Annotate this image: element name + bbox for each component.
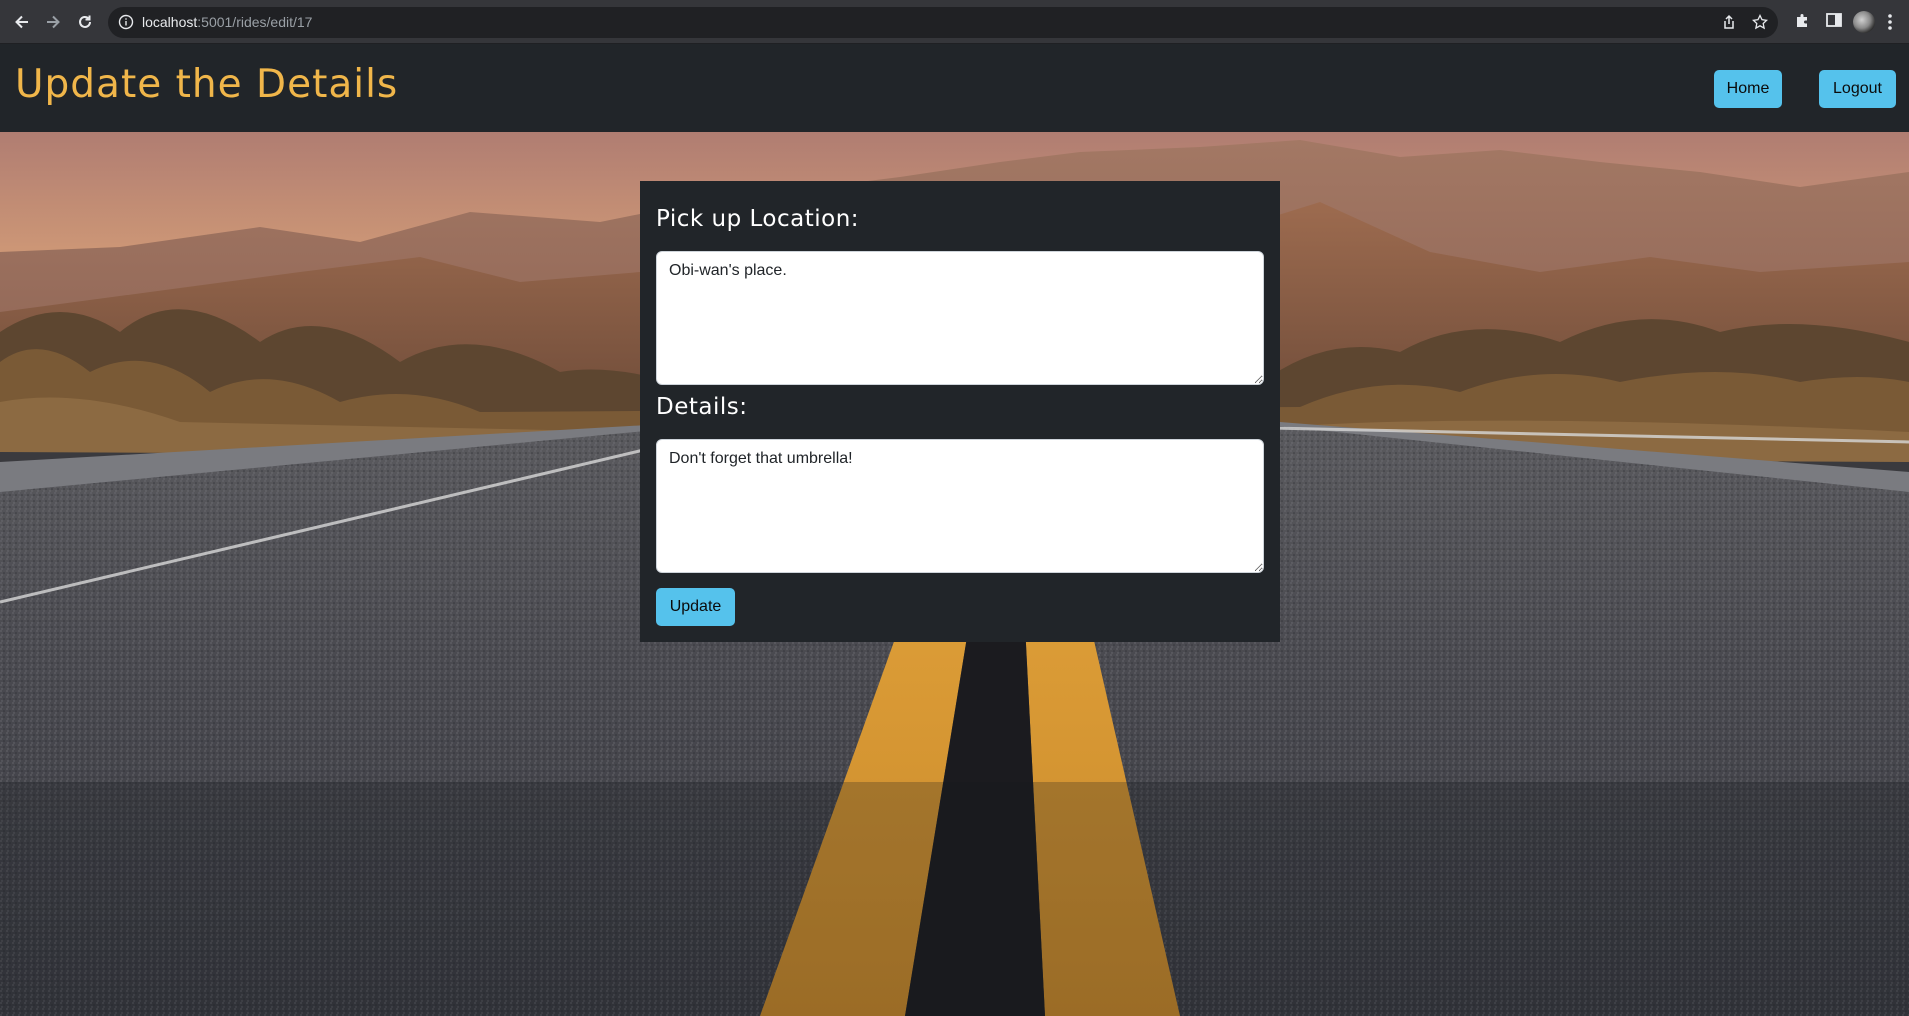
page-title: Update the Details: [15, 62, 399, 107]
pickup-location-label: Pick up Location:: [656, 206, 860, 232]
url-host: localhost: [142, 14, 198, 30]
back-arrow-icon[interactable]: [10, 10, 34, 34]
details-textarea[interactable]: Don't forget that umbrella!: [656, 439, 1264, 573]
profile-avatar[interactable]: [1853, 11, 1875, 33]
details-label: Details:: [656, 394, 748, 420]
browser-menu-icon[interactable]: [1887, 12, 1893, 32]
extensions-icon[interactable]: [1794, 11, 1812, 29]
bookmark-star-icon[interactable]: [1752, 14, 1768, 30]
address-bar[interactable]: localhost:5001/rides/edit/17: [108, 7, 1778, 38]
url-path: :5001/rides/edit/17: [197, 14, 313, 30]
edit-ride-form: Pick up Location: Obi-wan's place. Detai…: [640, 181, 1280, 642]
share-icon[interactable]: [1721, 14, 1737, 30]
logout-button[interactable]: Logout: [1819, 70, 1896, 108]
site-info-icon[interactable]: [118, 14, 134, 30]
side-panel-icon[interactable]: [1825, 11, 1843, 29]
home-button[interactable]: Home: [1714, 70, 1782, 108]
url-text: localhost:5001/rides/edit/17: [142, 14, 312, 30]
forward-arrow-icon[interactable]: [41, 10, 65, 34]
update-button[interactable]: Update: [656, 588, 735, 626]
pickup-location-textarea[interactable]: Obi-wan's place.: [656, 251, 1264, 385]
reload-icon[interactable]: [73, 10, 97, 34]
browser-toolbar: localhost:5001/rides/edit/17: [0, 0, 1909, 44]
app-header: Update the Details Home Logout: [0, 44, 1909, 132]
